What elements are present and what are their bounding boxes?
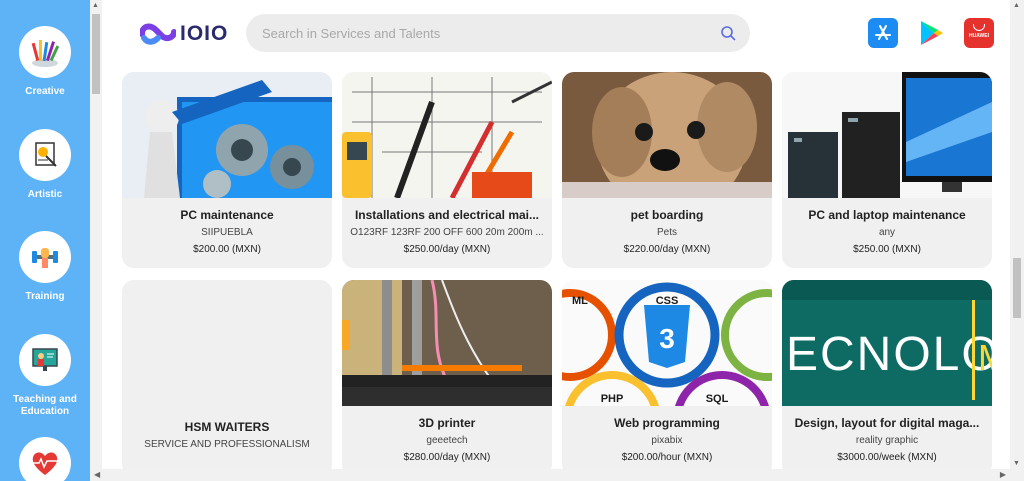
search-bar[interactable] [246,14,750,52]
paintbrushes-icon [19,26,71,78]
listing-price: $220.00/day (MXN) [623,244,711,255]
listing-price: $280.00/day (MXN) [403,452,491,463]
web-languages-logos-image: 3 CSS ML PHP SQL [562,280,772,406]
category-label: Teaching and Education [13,394,77,417]
search-input[interactable] [262,24,702,42]
scrollbar-thumb[interactable] [1013,258,1021,318]
listing-title: PC maintenance [180,208,274,222]
css-logo-text: CSS [656,295,679,307]
listing-card[interactable]: Installations and electrical mai... O123… [342,72,552,268]
category-creative[interactable]: Creative [0,26,90,98]
page-scrollbar[interactable]: ▲ ▼ [1010,0,1024,481]
tecnologia-text: ECNOLOGIA [786,328,992,381]
listing-title: 3D printer [418,416,476,430]
listing-subtitle: Pets [656,227,677,238]
scroll-down-arrow-icon[interactable]: ▼ [1013,460,1020,467]
dog-photo-image [562,72,772,198]
horizontal-scrollbar[interactable]: ◀ ▶ [90,469,1010,481]
scroll-right-arrow-icon[interactable]: ▶ [1000,470,1006,479]
dumbbell-icon [19,231,71,283]
huawei-appgallery-icon[interactable]: HUAWEI [964,18,994,48]
heart-pulse-icon [19,437,71,481]
html-logo-text: ML [572,295,588,307]
huawei-label: HUAWEI [969,32,989,39]
listing-subtitle: any [878,227,896,238]
scroll-left-arrow-icon[interactable]: ◀ [94,470,100,479]
category-health[interactable] [0,437,90,481]
listing-card[interactable]: 3D printer geeetech $280.00/day (MXN) [342,280,552,476]
category-training[interactable]: Training [0,231,90,303]
listing-price: $250.00 (MXN) [853,244,921,255]
app-logo[interactable]: IOIO [139,22,229,46]
scroll-up-arrow-icon[interactable]: ▲ [92,2,99,9]
listing-title: Design, layout for digital maga... [794,416,980,430]
sql-logo-text: SQL [706,393,729,405]
scroll-up-arrow-icon[interactable]: ▲ [1013,2,1020,9]
tecnologia-text-image: ECNOLOGIA M [782,280,992,406]
listing-subtitle: reality graphic [855,435,919,446]
easel-painting-icon [19,129,71,181]
category-label: Artistic [27,189,63,200]
listing-title: Web programming [614,416,720,430]
listing-price: $3000.00/week (MXN) [837,452,937,463]
listing-title: HSM WAITERS [184,420,270,434]
listing-subtitle: SERVICE AND PROFESSIONALISM [144,439,310,450]
category-artistic[interactable]: Artistic [0,129,90,201]
php-logo-text: PHP [601,393,624,405]
logo-mark-icon [139,22,177,46]
search-icon[interactable] [720,25,736,41]
main-content: IOIO HUAWEI [102,0,1010,481]
listing-subtitle: SIIPUEBLA [201,227,253,238]
category-sidebar: Creative Artistic Training Teaching and … [0,0,90,481]
electrical-tools-blueprint-image [342,72,552,198]
svg-text:3: 3 [659,323,675,354]
listing-title: Installations and electrical mai... [354,208,540,222]
teacher-board-icon [19,334,71,386]
pc-maintenance-gears-image [122,72,332,198]
listing-subtitle: O123RF 123RF 200 OFF 600 20m 200m ... [350,227,544,238]
listing-title: pet boarding [630,208,704,222]
listing-title: PC and laptop maintenance [808,208,966,222]
listing-price: $250.00/day (MXN) [403,244,491,255]
listing-subtitle: pixabix [651,435,683,446]
listing-card[interactable]: 3 CSS ML PHP SQL Web programming pixabix… [562,280,772,476]
listing-card[interactable]: PC and laptop maintenance any $250.00 (M… [782,72,992,268]
tecnologia-m-text: M [978,337,992,378]
listing-subtitle: geeetech [426,435,468,446]
listing-price: $200.00 (MXN) [193,244,261,255]
listing-card[interactable]: pet boarding Pets $220.00/day (MXN) [562,72,772,268]
logo-text: IOIO [180,22,229,45]
listing-card[interactable]: ECNOLOGIA M Design, layout for digital m… [782,280,992,476]
scrollbar-thumb[interactable] [92,14,100,94]
listing-price: $200.00/hour (MXN) [621,452,713,463]
category-label: Training [25,291,65,302]
category-teaching[interactable]: Teaching and Education [0,334,90,418]
category-label: Creative [25,86,65,97]
listing-card[interactable]: PC maintenance SIIPUEBLA $200.00 (MXN) [122,72,332,268]
desktop-computers-image [782,72,992,198]
listing-card[interactable]: HSM WAITERS SERVICE AND PROFESSIONALISM [122,280,332,476]
google-play-icon[interactable] [916,18,946,48]
sidebar-scrollbar[interactable]: ▲ [90,0,102,481]
app-store-icon[interactable] [868,18,898,48]
3d-printer-photo-image [342,280,552,406]
